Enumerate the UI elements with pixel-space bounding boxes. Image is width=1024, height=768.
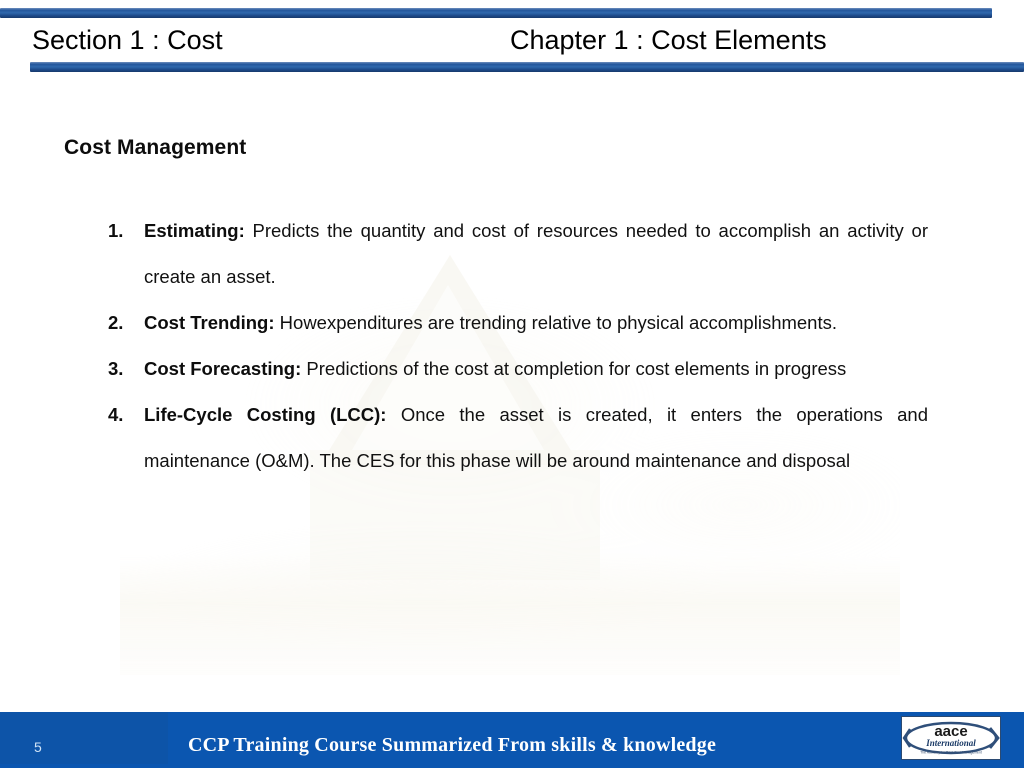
list-item: 1. Estimating: Predicts the quantity and… bbox=[108, 208, 928, 300]
list-item-term: Cost Trending: bbox=[144, 312, 275, 333]
chapter-title: Chapter 1 : Cost Elements bbox=[510, 25, 827, 55]
list-item: 4. Life-Cycle Costing (LCC): Once the as… bbox=[108, 392, 928, 484]
section-title: Section 1 : Cost bbox=[32, 25, 223, 55]
list-marker: 4. bbox=[108, 404, 124, 425]
footer-caption: CCP Training Course Summarized From skil… bbox=[187, 734, 717, 756]
list-marker: 1. bbox=[108, 220, 124, 241]
list-item: 2. Cost Trending: Howexpenditures are tr… bbox=[108, 300, 928, 346]
aace-logo-secondary-text: International bbox=[925, 738, 976, 748]
aace-logo-tagline: The Authority for Total Cost Management bbox=[920, 751, 982, 755]
list-item: 3. Cost Forecasting: Predictions of the … bbox=[108, 346, 928, 392]
header-rule-top bbox=[0, 8, 992, 18]
list-item-term: Life-Cycle Costing (LCC): bbox=[144, 404, 387, 425]
header-rule-bottom bbox=[30, 62, 1024, 72]
slide-body: Cost Management 1. Estimating: Predicts … bbox=[0, 120, 1024, 700]
slide-footer: 5 CCP Training Course Summarized From sk… bbox=[0, 712, 1024, 768]
aace-logo-graphic: aace International The Authority for Tot… bbox=[902, 717, 1000, 759]
list-item-text: Cost Forecasting: Predictions of the cos… bbox=[144, 346, 928, 392]
list-item-body: Predicts the quantity and cost of resour… bbox=[144, 220, 928, 287]
slide: Section 1 : Cost Chapter 1 : Cost Elemen… bbox=[0, 0, 1024, 768]
list-item-text: Cost Trending: Howexpenditures are trend… bbox=[144, 300, 928, 346]
list-item-text: Life-Cycle Costing (LCC): Once the asset… bbox=[144, 392, 928, 484]
body-heading: Cost Management bbox=[64, 136, 247, 159]
header-title-row: Section 1 : Cost Chapter 1 : Cost Elemen… bbox=[0, 20, 1024, 62]
aace-international-logo: aace International The Authority for Tot… bbox=[901, 716, 1001, 760]
list-item-body: Howexpenditures are trending relative to… bbox=[274, 312, 838, 333]
list-item-text: Estimating: Predicts the quantity and co… bbox=[144, 208, 928, 300]
list-item-term: Cost Forecasting: bbox=[144, 358, 302, 379]
list-marker: 2. bbox=[108, 312, 124, 333]
list-item-body: Predictions of the cost at completion fo… bbox=[301, 358, 847, 379]
cost-management-list: 1. Estimating: Predicts the quantity and… bbox=[108, 208, 928, 484]
list-marker: 3. bbox=[108, 358, 124, 379]
list-item-term: Estimating: bbox=[144, 220, 245, 241]
